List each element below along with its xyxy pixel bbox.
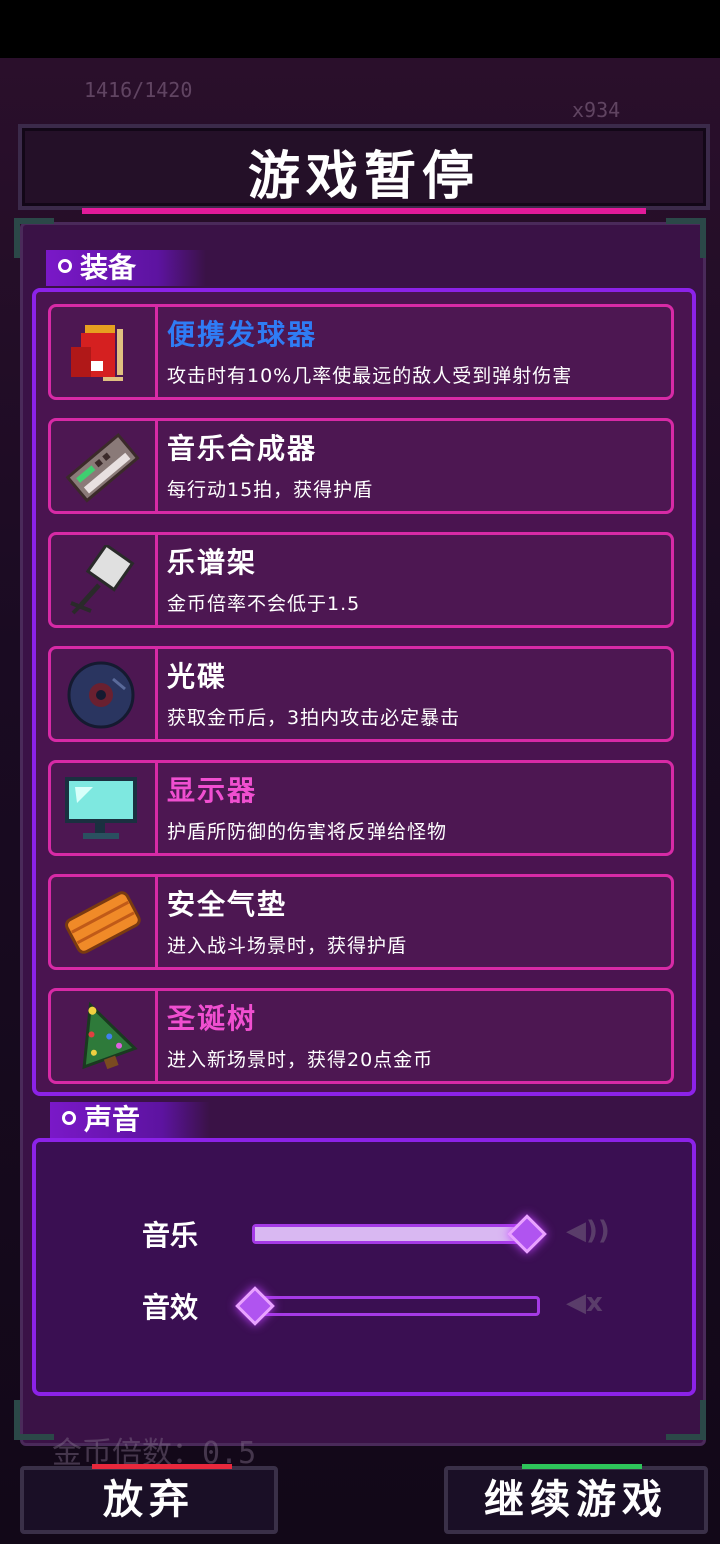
monitor-icon — [65, 777, 137, 839]
item-name: 音乐合成器 — [167, 432, 318, 465]
equipment-item-ball-launcher[interactable]: 便携发球器 攻击时有10%几率使最远的敌人受到弹射伤害 — [48, 304, 674, 400]
speaker-muted-icon[interactable]: ◀x — [566, 1288, 603, 1318]
title-plate: 游戏暂停 — [18, 124, 710, 214]
panel-corner-br — [666, 1400, 706, 1440]
item-description: 金币倍率不会低于1.5 — [167, 593, 361, 615]
item-name: 乐谱架 — [167, 546, 258, 579]
sfx-slider[interactable] — [235, 1286, 540, 1326]
equipment-list: 便携发球器 攻击时有10%几率使最远的敌人受到弹射伤害 音乐合成器 每行动15拍… — [32, 288, 696, 1096]
equipment-item-christmas-tree[interactable]: 圣诞树 进入新场景时，获得20点金币 — [48, 988, 674, 1084]
panel-corner-tr — [666, 218, 706, 258]
section-bullet-icon — [58, 259, 72, 273]
equipment-item-monitor[interactable]: 显示器 护盾所防御的伤害将反弹给怪物 — [48, 760, 674, 856]
item-name: 圣诞树 — [167, 1002, 258, 1035]
status-bar — [0, 0, 720, 58]
item-description: 每行动15拍，获得护盾 — [167, 479, 374, 501]
item-description: 进入新场景时，获得20点金币 — [167, 1049, 434, 1071]
item-icon-cell — [51, 421, 158, 511]
item-name: 显示器 — [167, 774, 258, 807]
music-slider[interactable] — [252, 1214, 547, 1254]
music-slider-thumb[interactable] — [507, 1214, 547, 1254]
item-icon-cell — [51, 649, 158, 739]
equipment-item-music-stand[interactable]: 乐谱架 金币倍率不会低于1.5 — [48, 532, 674, 628]
equipment-section-header: 装备 — [46, 250, 207, 286]
quit-button-label: 放弃 — [103, 1477, 195, 1523]
equipment-section-label: 装备 — [80, 251, 137, 284]
page-title: 游戏暂停 — [247, 147, 480, 207]
continue-button-accent — [522, 1464, 642, 1469]
item-name: 光碟 — [167, 660, 228, 693]
item-description: 进入战斗场景时，获得护盾 — [167, 935, 408, 957]
quit-button-accent — [92, 1464, 232, 1469]
christmas-tree-icon — [82, 1001, 138, 1070]
hp-readout: 1416/1420 — [84, 78, 193, 102]
item-icon-cell — [51, 307, 158, 397]
equipment-item-disc[interactable]: 光碟 获取金币后，3拍内攻击必定暴击 — [48, 646, 674, 742]
continue-button-label: 继续游戏 — [484, 1477, 668, 1523]
equipment-item-air-cushion[interactable]: 安全气垫 进入战斗场景时，获得护盾 — [48, 874, 674, 970]
item-icon-cell — [51, 535, 158, 625]
coin-count: x934 — [572, 98, 621, 122]
music-label: 音乐 — [142, 1219, 199, 1252]
synthesizer-icon — [65, 432, 140, 503]
music-slider-fill — [255, 1227, 527, 1241]
item-icon-cell — [51, 991, 158, 1081]
quit-button[interactable]: 放弃 — [20, 1464, 278, 1534]
item-description: 获取金币后，3拍内攻击必定暴击 — [167, 707, 461, 729]
panel-corner-bl — [14, 1400, 54, 1440]
music-stand-icon — [70, 545, 135, 615]
item-name: 安全气垫 — [167, 888, 288, 921]
sound-section-label: 声音 — [84, 1103, 141, 1136]
item-name: 便携发球器 — [167, 318, 318, 351]
ball-launcher-icon — [71, 325, 123, 381]
air-cushion-icon — [65, 891, 141, 954]
sound-section-header: 声音 — [50, 1102, 211, 1138]
section-bullet-icon — [62, 1111, 76, 1125]
disc-icon — [67, 661, 135, 729]
item-description: 护盾所防御的伤害将反弹给怪物 — [167, 821, 448, 843]
sfx-label: 音效 — [142, 1291, 199, 1324]
equipment-item-synthesizer[interactable]: 音乐合成器 每行动15拍，获得护盾 — [48, 418, 674, 514]
sound-settings: 音乐 ◀)) 音效 ◀x — [32, 1138, 696, 1396]
speaker-on-icon[interactable]: ◀)) — [566, 1216, 610, 1246]
item-icon-cell — [51, 763, 158, 853]
continue-button[interactable]: 继续游戏 — [444, 1464, 708, 1534]
item-icon-cell — [51, 877, 158, 967]
item-description: 攻击时有10%几率使最远的敌人受到弹射伤害 — [167, 365, 573, 387]
sfx-slider-thumb[interactable] — [235, 1286, 275, 1326]
